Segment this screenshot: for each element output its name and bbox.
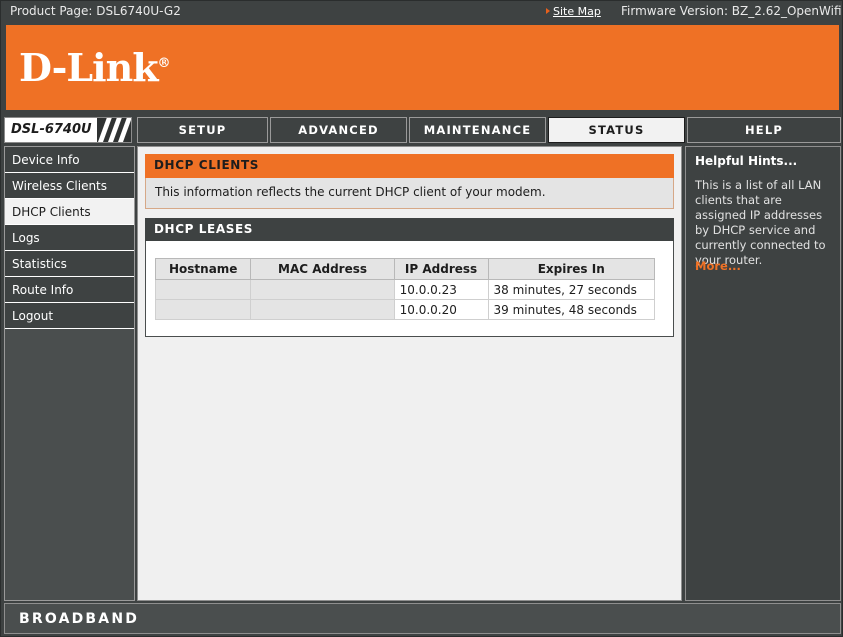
helpful-hints-title: Helpful Hints... — [695, 154, 798, 168]
sidebar-item-wireless-clients[interactable]: Wireless Clients — [5, 173, 134, 199]
top-product-bar: Product Page: DSL6740U-G2 Site Map Firmw… — [1, 1, 842, 22]
cell-hostname — [154, 279, 252, 300]
table-row: 10.0.0.23 38 minutes, 27 seconds — [154, 279, 655, 300]
dhcp-leases-header: DHCP LEASES — [145, 218, 674, 241]
cell-hostname — [154, 299, 252, 320]
column-header-mac-address: MAC Address — [250, 258, 395, 280]
column-header-ip-address: IP Address — [393, 258, 489, 280]
dlink-logo: D-Link® — [19, 45, 171, 90]
sidebar-item-device-info[interactable]: Device Info — [5, 147, 134, 173]
helpful-hints-more-link[interactable]: More... — [695, 259, 741, 273]
sidebar-item-route-info[interactable]: Route Info — [5, 277, 134, 303]
column-header-expires-in: Expires In — [487, 258, 655, 280]
page-title: DHCP CLIENTS — [154, 158, 259, 172]
column-header-hostname: Hostname — [154, 258, 252, 280]
cell-mac-address — [250, 279, 395, 300]
model-tab: DSL-6740U — [4, 117, 132, 143]
cell-ip-address: 10.0.0.20 — [393, 299, 489, 320]
dhcp-leases-table: Hostname MAC Address IP Address Expires … — [154, 258, 655, 320]
dhcp-clients-header: DHCP CLIENTS — [145, 154, 674, 178]
sidebar-item-statistics[interactable]: Statistics — [5, 251, 134, 277]
tab-advanced[interactable]: ADVANCED — [270, 117, 407, 143]
model-name-label: DSL-6740U — [5, 118, 97, 142]
tab-help[interactable]: HELP — [687, 117, 841, 143]
site-map-link[interactable]: Site Map — [553, 5, 601, 18]
site-map-link-wrap: Site Map — [546, 5, 601, 18]
sidebar-item-logs[interactable]: Logs — [5, 225, 134, 251]
registered-trademark-icon: ® — [157, 56, 171, 71]
triangle-bullet-icon — [546, 8, 550, 14]
brand-banner: D-Link® — [6, 25, 839, 110]
table-row: 10.0.0.20 39 minutes, 48 seconds — [154, 299, 655, 320]
cell-ip-address: 10.0.0.23 — [393, 279, 489, 300]
tab-status[interactable]: STATUS — [548, 117, 685, 143]
tab-setup[interactable]: SETUP — [137, 117, 268, 143]
cell-expires-in: 39 minutes, 48 seconds — [487, 299, 655, 320]
page-footer: BROADBAND — [4, 603, 841, 634]
dhcp-leases-title: DHCP LEASES — [154, 222, 253, 236]
main-content-panel: DHCP CLIENTS This information reflects t… — [137, 146, 682, 601]
description-box: This information reflects the current DH… — [145, 178, 674, 209]
cell-mac-address — [250, 299, 395, 320]
description-text: This information reflects the current DH… — [155, 185, 546, 199]
dhcp-leases-panel: Hostname MAC Address IP Address Expires … — [145, 241, 674, 337]
sidebar-item-dhcp-clients[interactable]: DHCP Clients — [5, 199, 134, 225]
helpful-hints-panel: Helpful Hints... This is a list of all L… — [685, 146, 841, 601]
sidebar-item-logout[interactable]: Logout — [5, 303, 134, 329]
status-sidebar: Device Info Wireless Clients DHCP Client… — [4, 146, 135, 601]
firmware-version-label: Firmware Version: BZ_2.62_OpenWifi — [621, 4, 842, 18]
footer-brand-label: BROADBAND — [19, 611, 140, 627]
dlink-logo-text: D-Link — [19, 45, 159, 90]
router-admin-page: Product Page: DSL6740U-G2 Site Map Firmw… — [0, 0, 843, 637]
helpful-hints-text: This is a list of all LAN clients that a… — [695, 178, 826, 267]
sidebar-filler — [5, 329, 134, 600]
tab-maintenance[interactable]: MAINTENANCE — [409, 117, 546, 143]
main-navigation: DSL-6740U SETUP ADVANCED MAINTENANCE STA… — [1, 117, 842, 144]
table-header-row: Hostname MAC Address IP Address Expires … — [154, 258, 655, 280]
cell-expires-in: 38 minutes, 27 seconds — [487, 279, 655, 300]
product-page-label: Product Page: DSL6740U-G2 — [10, 4, 181, 18]
